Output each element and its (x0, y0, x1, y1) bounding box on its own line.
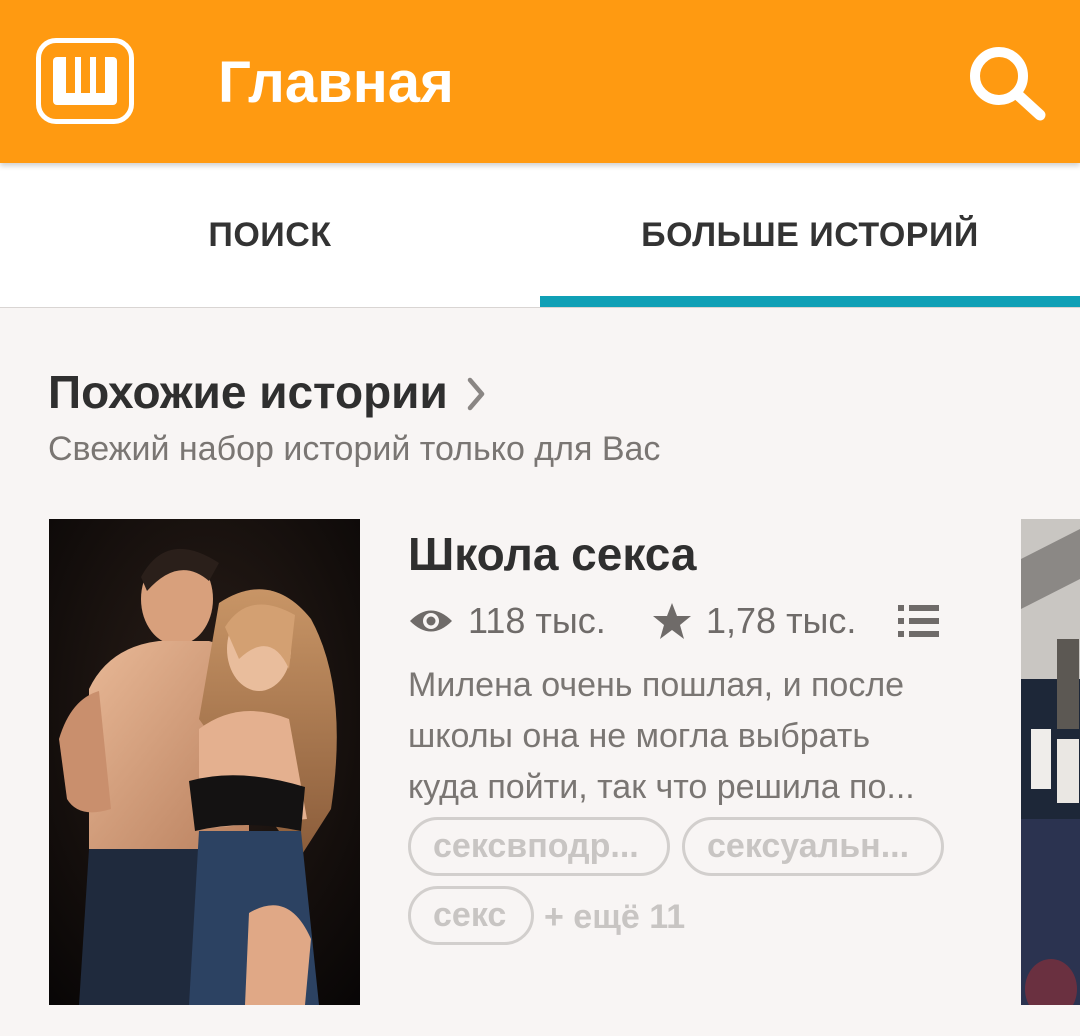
tab-selected-indicator (540, 296, 1080, 307)
tag-chip[interactable]: секс (408, 886, 534, 945)
eye-icon (410, 610, 452, 632)
story-stats: 118 тыс. 1,78 тыс. (408, 596, 968, 646)
next-story-cover-image[interactable] (1021, 519, 1080, 1005)
chevron-right-icon[interactable] (462, 374, 490, 419)
tab-bar: ПОИСК БОЛЬШЕ ИСТОРИЙ (0, 163, 1080, 308)
parts-stat (898, 596, 954, 646)
list-icon (898, 605, 939, 637)
star-icon (653, 603, 691, 639)
tag-chip[interactable]: сексвподр... (408, 817, 670, 876)
views-count: 118 тыс. (468, 600, 606, 641)
description-line: куда пойти, так что решила по... (408, 768, 915, 806)
more-tags-count[interactable]: + ещё 11 (544, 895, 685, 939)
story-title[interactable]: Школа секса (408, 526, 697, 582)
tag-chip[interactable]: сексуальн... (682, 817, 944, 876)
story-description: Милена очень пошлая, и после школы она н… (408, 660, 968, 813)
search-icon[interactable] (966, 44, 1048, 122)
votes-count: 1,78 тыс. (706, 600, 857, 641)
description-line: Милена очень пошлая, и после (408, 666, 905, 704)
description-line: школы она не могла выбрать (408, 717, 871, 755)
story-cover-image[interactable] (49, 519, 360, 1005)
app-bar: Главная (0, 0, 1080, 163)
tab-more-stories[interactable]: БОЛЬШЕ ИСТОРИЙ (540, 163, 1080, 308)
votes-stat: 1,78 тыс. (652, 596, 856, 646)
page-title: Главная (218, 50, 454, 115)
views-stat: 118 тыс. (408, 596, 606, 646)
tab-search[interactable]: ПОИСК (0, 163, 540, 308)
section-title[interactable]: Похожие истории (48, 364, 448, 420)
section-subtitle: Свежий набор историй только для Вас (48, 430, 661, 468)
wattpad-logo-icon[interactable] (36, 38, 134, 124)
